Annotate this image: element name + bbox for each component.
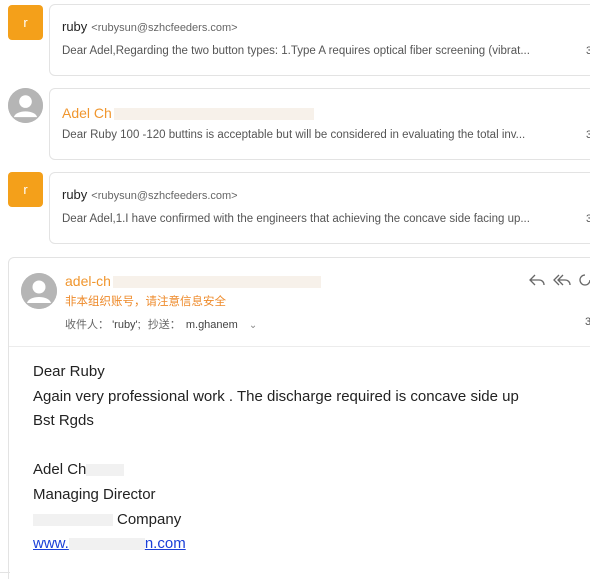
message-card[interactable]: ruby <rubysun@szhcfeeders.com> Dear Adel,…	[49, 172, 590, 244]
redacted-text	[33, 513, 113, 526]
message-card[interactable]: ruby <rubysun@szhcfeeders.com> Dear Adel,…	[49, 4, 590, 76]
external-account-warning: 非本组织账号，请注意信息安全	[65, 296, 226, 308]
body-closing: Bst Rgds	[33, 412, 94, 430]
message-actions	[529, 272, 590, 292]
message-time: 3	[585, 316, 590, 328]
sender-avatar: r	[8, 5, 43, 40]
expanded-message: adel-ch 非本组织账号，请注意信息安全 收件人： 'ruby'; 抄送： …	[8, 257, 590, 579]
body-blank-line	[33, 434, 519, 459]
sender-avatar: r	[8, 172, 43, 207]
default-avatar-icon	[21, 273, 57, 309]
forward-icon[interactable]	[579, 272, 590, 292]
header-divider	[9, 346, 590, 347]
message-time: 3	[586, 129, 590, 141]
cc-recipient[interactable]: m.ghanem	[186, 319, 238, 331]
redacted-text	[86, 464, 125, 477]
sender-name[interactable]: adel-ch	[65, 273, 321, 289]
sender-address: <rubysun@szhcfeeders.com>	[91, 22, 238, 34]
to-recipient[interactable]: 'ruby';	[112, 319, 141, 331]
sender-address: <rubysun@szhcfeeders.com>	[91, 190, 238, 202]
message-snippet: Dear Ruby 100 -120 buttins is acceptable…	[62, 129, 526, 141]
message-snippet: Dear Adel,Regarding the two button types…	[62, 45, 530, 57]
default-avatar-icon	[8, 88, 43, 123]
message-time: 3	[586, 213, 590, 225]
redacted-text	[112, 276, 321, 289]
signature-title: Managing Director	[33, 485, 156, 503]
cc-label: 抄送：	[147, 319, 181, 331]
sender-name: Adel Ch	[62, 105, 314, 121]
message-card[interactable]: Adel Ch Dear Ruby 100 -120 buttins is ac…	[49, 88, 590, 160]
sender-name: ruby <rubysun@szhcfeeders.com>	[62, 187, 238, 202]
website-link[interactable]: www. n.com	[33, 535, 186, 552]
message-time: 3	[586, 45, 590, 57]
chevron-down-icon[interactable]: ⌄	[249, 320, 257, 331]
edge-divider	[0, 572, 10, 573]
message-body: Dear Ruby Again very professional work .…	[33, 360, 519, 557]
body-line: Again very professional work . The disch…	[33, 387, 519, 405]
redacted-text	[68, 538, 145, 551]
to-label: 收件人：	[65, 319, 109, 331]
recipients-row: 收件人： 'ruby'; 抄送： m.ghanem ⌄	[65, 316, 257, 332]
signature-link-row: www. n.com	[33, 532, 519, 557]
signature-name: Adel Ch	[33, 458, 519, 483]
signature-company: Company	[33, 508, 519, 533]
sender-name: ruby <rubysun@szhcfeeders.com>	[62, 19, 238, 34]
message-snippet: Dear Adel,1.I have confirmed with the en…	[62, 213, 530, 225]
redacted-text	[113, 108, 314, 121]
reply-all-icon[interactable]	[553, 272, 571, 292]
body-greeting: Dear Ruby	[33, 363, 105, 380]
reply-icon[interactable]	[529, 272, 545, 292]
